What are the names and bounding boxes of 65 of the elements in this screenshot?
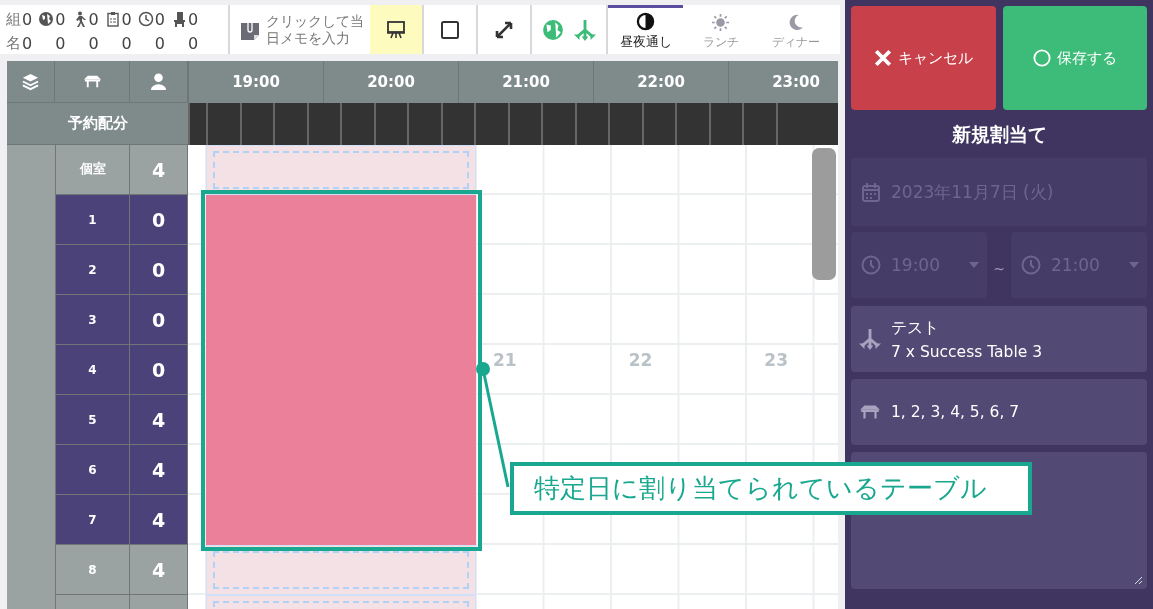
table-count-cell: 0 xyxy=(130,245,188,295)
expand-icon xyxy=(494,19,514,40)
range-separator: ~ xyxy=(993,261,1005,277)
stat-count: 0 xyxy=(55,33,66,53)
group-name: テスト xyxy=(891,317,940,339)
close-icon xyxy=(873,49,892,67)
panel-title: 新規割当て xyxy=(950,122,1048,147)
stat-count: 0 xyxy=(55,9,66,29)
table-count-cell: 4 xyxy=(130,495,188,545)
square-icon xyxy=(440,19,460,40)
globe-icon[interactable] xyxy=(542,18,564,41)
resize-grip-icon xyxy=(1134,576,1142,584)
tables-card[interactable]: 1, 2, 3, 4, 5, 6, 7 xyxy=(851,379,1147,445)
sun-icon xyxy=(711,12,730,32)
table-count-cell: 4 xyxy=(130,545,188,595)
table-name-cell[interactable]: 2 xyxy=(55,245,130,295)
calendar-icon xyxy=(861,182,881,202)
annotation-tooltip: 特定日に割り当てられているテーブル xyxy=(510,462,1032,515)
group-detail: 7 x Success Table 3 xyxy=(891,342,1043,361)
table-count-cell: 4 xyxy=(130,145,188,195)
branch-icon[interactable] xyxy=(574,18,596,41)
group-card[interactable]: テスト 7 x Success Table 3 xyxy=(851,306,1147,372)
table-name-cell[interactable]: 1 xyxy=(55,195,130,245)
table-name-cell[interactable]: 3 xyxy=(55,295,130,345)
stat-count: 0 xyxy=(187,33,199,53)
person-icon[interactable] xyxy=(148,72,168,91)
stat-count: 0 xyxy=(88,9,99,29)
half-circle-icon xyxy=(636,11,655,31)
stat-count: 0 xyxy=(121,33,132,53)
table-name-cell[interactable]: 6 xyxy=(55,445,130,495)
cancel-button[interactable]: キャンセル xyxy=(851,6,996,110)
stat-count: 0 xyxy=(154,9,165,29)
stat-count: 0 xyxy=(22,9,33,29)
table-name-cell[interactable]: 7 xyxy=(55,495,130,545)
circle-icon xyxy=(1032,49,1051,67)
table-count-cell: 4 xyxy=(130,445,188,495)
clipboard-icon xyxy=(104,11,121,27)
table-count-cell: 4 xyxy=(130,395,188,445)
scrollbar-thumb[interactable] xyxy=(812,148,836,280)
clock-icon xyxy=(861,255,881,275)
table-list: 1, 2, 3, 4, 5, 6, 7 xyxy=(891,403,1020,421)
stat-count: 0 xyxy=(154,33,165,53)
caret-icon xyxy=(1129,262,1139,268)
caret-icon xyxy=(969,262,980,268)
clock-icon xyxy=(137,11,154,27)
stat-label: 名 xyxy=(6,33,21,53)
stat-count: 0 xyxy=(121,9,132,29)
presentation-button[interactable] xyxy=(370,5,424,54)
table-name-cell[interactable]: 4 xyxy=(55,345,130,395)
stat-count: 0 xyxy=(88,33,99,53)
stat-label: 組 xyxy=(6,9,21,29)
presentation-board-icon xyxy=(386,19,406,40)
layers-icon[interactable] xyxy=(21,72,41,91)
table-name-cell[interactable]: 5 xyxy=(55,395,130,445)
table-count-cell: 0 xyxy=(130,195,188,245)
hour-marker: 23 xyxy=(764,350,788,370)
clock-icon xyxy=(1020,255,1041,275)
hour-marker: 21 xyxy=(493,350,517,370)
stat-count: 0 xyxy=(187,9,199,29)
stat-count: 0 xyxy=(22,33,33,53)
branch-icon xyxy=(859,328,881,350)
table-count-cell: 0 xyxy=(130,345,188,395)
table-count-cell: 0 xyxy=(130,295,188,345)
globe-icon xyxy=(38,11,55,27)
hour-marker: 22 xyxy=(628,350,653,370)
